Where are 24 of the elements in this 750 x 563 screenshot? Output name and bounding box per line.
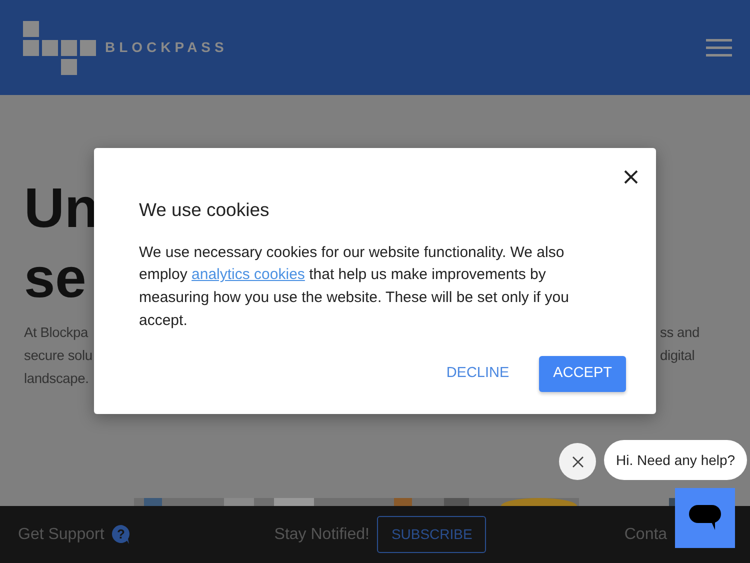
dialog-title: We use cookies: [139, 198, 270, 222]
hero-paragraph-text: digital: [660, 347, 696, 365]
chat-greeting-bubble[interactable]: Hi. Need any help?: [604, 440, 748, 480]
close-icon[interactable]: [559, 443, 596, 480]
decline-button[interactable]: DECLINE: [432, 356, 524, 392]
contact-link[interactable]: Conta: [624, 522, 668, 546]
get-support-text: Get Support: [18, 524, 104, 544]
hero-paragraph-text: ss and: [660, 324, 700, 342]
hero-heading-text: se: [24, 245, 88, 311]
subscribe-button[interactable]: SUBSCRIBE: [377, 516, 486, 553]
hero-heading-text: Un: [24, 175, 99, 241]
hero-paragraph-text: secure solu: [24, 347, 94, 365]
dialog-text: We use necessary cookies for our website functionality. We also employ analytics cookies that help us make improvements by measuring how you use the website. These will be set only if you accept.: [139, 242, 570, 331]
chat-button[interactable]: [675, 488, 735, 548]
blockpass-logo-icon: [23, 20, 96, 74]
menu-icon[interactable]: [706, 38, 732, 56]
hero-paragraph-text: At Blockpa: [24, 324, 90, 342]
help-icon[interactable]: ?: [112, 525, 130, 544]
logo-text: BLOCKPASS: [105, 38, 228, 57]
stay-notified-text: Stay Notified!: [274, 524, 370, 544]
accept-button[interactable]: ACCEPT: [539, 356, 626, 392]
speech-bubble-icon: [689, 505, 721, 531]
hero-paragraph-text: landscape.: [24, 370, 90, 388]
analytics-cookies-link[interactable]: analytics cookies: [192, 266, 305, 284]
